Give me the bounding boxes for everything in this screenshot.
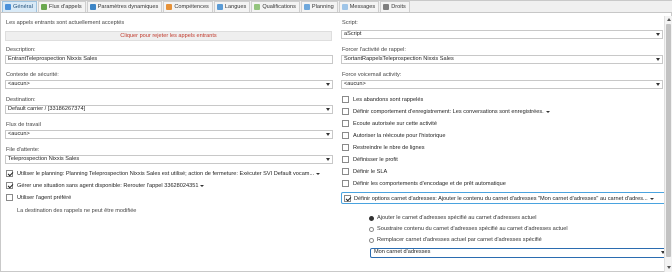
dropdown-arrow-icon[interactable] [545, 110, 550, 113]
chevron-down-icon [656, 33, 660, 36]
destination-select[interactable]: Default carrier / [33186267374] [5, 105, 333, 114]
security-context-label: Contexte de sécurité: [6, 72, 59, 78]
radio-add-address-book-label: Ajouter le carnet d'adresses spécifié au… [377, 215, 537, 221]
description-label: Description: [6, 47, 36, 53]
flux-travail-label: Flux de travail [6, 122, 41, 128]
callback-activity-select[interactable]: SortantRappelsTeleprospection Nixxis Sal… [341, 55, 663, 64]
abandons-text[interactable]: Les abandons sont rappelés [353, 97, 423, 103]
sla-text[interactable]: Définir le SLA [353, 169, 387, 175]
no-agent-checkbox[interactable] [6, 182, 13, 189]
no-agent-text[interactable]: Gérer une situation sans agent disponibl… [17, 183, 205, 189]
flux-travail-select[interactable]: <aucun> [5, 130, 333, 139]
scroll-up-icon[interactable] [666, 18, 671, 21]
relisten-text[interactable]: Autoriser la réécoute pour l'historique [353, 133, 445, 139]
abandons-checkbox[interactable] [342, 96, 349, 103]
radio-replace-address-book[interactable] [369, 238, 374, 243]
radio-subtract-address-book[interactable] [369, 227, 374, 232]
activity-editor: Général Flux d'appels Paramètres dynamiq… [0, 0, 672, 272]
tab-general[interactable]: Général [2, 1, 37, 12]
queue-label: File d'attente: [6, 147, 40, 153]
radio-subtract-address-book-label: Soustraire contenu du carnet d'adresses … [377, 226, 568, 232]
description-field[interactable]: EntrantTeleprospection Nixxis Sales [5, 55, 333, 64]
address-book-options-text[interactable]: Définir options carnet d'adresses: Ajout… [354, 196, 654, 202]
chevron-down-icon [326, 108, 330, 111]
script-select[interactable]: aScript [341, 30, 663, 39]
callback-activity-label: Forcer l'activité de rappel: [342, 47, 406, 53]
chevron-down-icon [656, 83, 660, 86]
rights-icon [383, 4, 390, 10]
scroll-thumb[interactable] [666, 24, 671, 257]
sla-checkbox[interactable] [342, 168, 349, 175]
planning-icon [303, 4, 310, 10]
use-planning-checkbox[interactable] [6, 170, 13, 177]
address-book-options-checkbox[interactable] [344, 195, 351, 202]
radio-add-address-book[interactable] [369, 216, 374, 221]
listen-checkbox[interactable] [342, 120, 349, 127]
recording-checkbox[interactable] [342, 108, 349, 115]
use-planning-text[interactable]: Utiliser le planning: Planning Teleprosp… [17, 171, 321, 177]
scroll-down-icon[interactable] [666, 266, 671, 269]
queue-select[interactable]: Teleprospection Nixxis Sales [5, 155, 333, 164]
relisten-checkbox[interactable] [342, 132, 349, 139]
voicemail-activity-select[interactable]: <aucun> [341, 80, 663, 89]
destination-label: Destination: [6, 97, 36, 103]
tab-qualifications[interactable]: Qualifications [251, 1, 300, 12]
chevron-down-icon [656, 58, 660, 61]
security-context-select[interactable]: <aucun> [5, 80, 333, 89]
skills-icon [166, 4, 173, 10]
reject-calls-link[interactable]: Cliquer pour rejeter les appels entrants [5, 31, 332, 41]
restrict-lines-checkbox[interactable] [342, 144, 349, 151]
chevron-down-icon [326, 83, 330, 86]
listen-text[interactable]: Ecoute autorisée sur cette activité [353, 121, 437, 127]
languages-icon [216, 4, 223, 10]
encoding-text[interactable]: Définir les comportements d'encodage et … [353, 181, 506, 187]
tab-competences[interactable]: Compétences [163, 1, 213, 12]
tab-droits[interactable]: Droits [380, 1, 410, 12]
preferred-agent-text[interactable]: Utiliser l'agent préféré [17, 195, 71, 201]
callback-destination-note: La destination des rappels ne peut être … [17, 208, 137, 214]
dropdown-arrow-icon[interactable] [316, 172, 321, 175]
tab-parametres-dynamiques[interactable]: Paramètres dynamiques [86, 1, 163, 12]
voicemail-activity-label: Force voicemail activity: [342, 72, 402, 78]
dropdown-arrow-icon[interactable] [649, 197, 654, 200]
encoding-checkbox[interactable] [342, 180, 349, 187]
chevron-down-icon [326, 158, 330, 161]
restrict-lines-text[interactable]: Restreindre le nbre de lignes [353, 145, 425, 151]
address-book-select[interactable]: Mon carnet d'adresses [370, 248, 668, 258]
radio-replace-address-book-label: Remplacer carnet d'adresses actuel par c… [377, 237, 542, 243]
preferred-agent-checkbox[interactable] [6, 194, 13, 201]
dynamic-params-icon [89, 4, 96, 10]
chevron-down-icon [326, 133, 330, 136]
tab-planning[interactable]: Planning [300, 1, 338, 12]
profit-text[interactable]: Définisser le profit [353, 157, 398, 163]
tab-bar: Général Flux d'appels Paramètres dynamiq… [1, 1, 672, 13]
tab-langues[interactable]: Langues [213, 1, 251, 12]
vertical-scrollbar[interactable] [664, 16, 672, 272]
recording-text[interactable]: Définir comportement d'enregistrement: L… [353, 109, 550, 115]
calls-status-text: Les appels entrants sont actuellement ac… [6, 20, 125, 26]
qualifications-icon [254, 4, 261, 10]
script-label: Script: [342, 20, 358, 26]
general-icon [5, 4, 11, 10]
flow-icon [40, 4, 47, 10]
messages-icon [341, 4, 348, 10]
tab-flux-appels[interactable]: Flux d'appels [37, 1, 86, 12]
dropdown-arrow-icon[interactable] [200, 184, 205, 187]
profit-checkbox[interactable] [342, 156, 349, 163]
tab-messages[interactable]: Messages [338, 1, 380, 12]
